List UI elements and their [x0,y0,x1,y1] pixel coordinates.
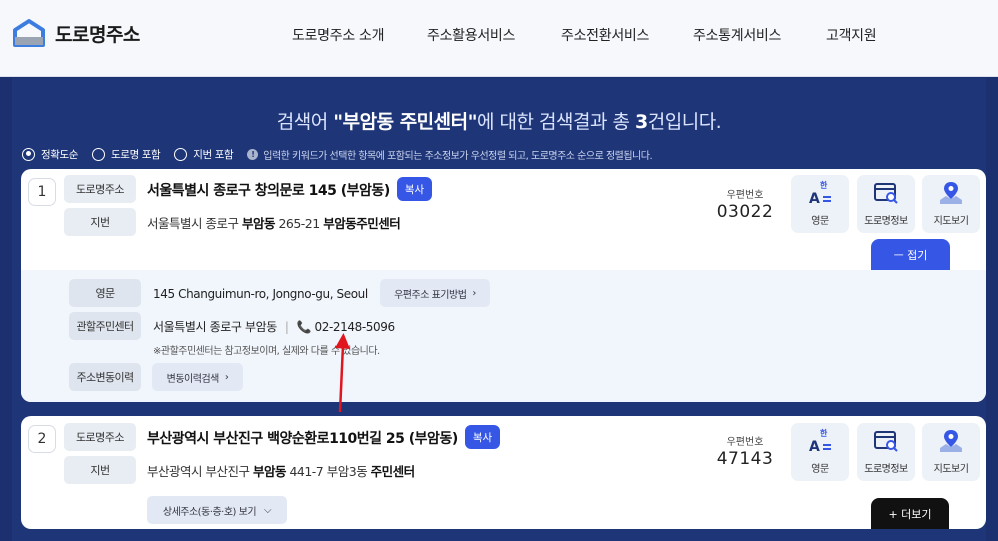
jibun-address: 부산광역시 부산진구 부암동 441-7 부암3동 주민센터 [147,464,415,479]
zip-code: 47143 [716,449,774,469]
road-info-button[interactable]: 도로명정보 [857,423,915,481]
map-pin-icon [940,430,962,452]
expand-button[interactable]: + 더보기 [871,498,949,529]
svg-text:A: A [809,439,820,454]
road-address: 부산광역시 부산진구 백양순환로110번길 25 (부암동) [147,431,458,447]
road-info-button[interactable]: 도로명정보 [857,175,915,233]
community-center: 서울특별시 종로구 부암동 | 📞 02-2148-5096 [153,320,396,334]
road-info-icon [874,431,898,452]
road-address: 서울특별시 종로구 창의문로 145 (부암동) [147,183,390,199]
map-view-button[interactable]: 지도보기 [922,423,980,481]
sort-options: 정확도순 도로명 포함 지번 포함 ! 입력한 키워드가 선택한 항목에 포함되는… [22,146,653,162]
road-address-tag: 도로명주소 [64,423,136,451]
result-detail: 영문 145 Changuimun-ro, Jongno-gu, Seoul 우… [21,270,986,402]
english-address-button[interactable]: 한 A 영문 [791,175,849,233]
svg-text:A: A [809,191,820,206]
jibun-tag: 지번 [64,456,136,484]
nav-item-utilization[interactable]: 주소활용서비스 [427,25,515,45]
sort-accuracy-radio[interactable]: 정확도순 [22,147,78,162]
chevron-right-icon: › [472,287,476,299]
map-view-button[interactable]: 지도보기 [922,175,980,233]
site-header: 도로명주소 도로명주소 소개 주소활용서비스 주소전환서비스 주소통계서비스 고… [0,0,998,77]
zip-label: 우편번호 [726,190,764,201]
logo-text: 도로명주소 [55,23,140,46]
chevron-down-icon: ⌵ [264,504,272,516]
svg-text:한: 한 [820,180,828,190]
zip-code: 03022 [716,202,774,222]
english-address-button[interactable]: 한 A 영문 [791,423,849,481]
map-pin-icon [940,182,962,204]
jibun-address: 서울특별시 종로구 부암동 265-21 부암동주민센터 [147,216,401,231]
road-info-icon [874,183,898,204]
history-tag: 주소변동이력 [69,363,141,391]
result-card-2: 2 도로명주소 부산광역시 부산진구 백양순환로110번길 25 (부암동) 복… [21,416,986,529]
nav-item-support[interactable]: 고객지원 [826,25,877,45]
center-note: ※관할주민센터는 참고정보이며, 실제와 다를 수 있습니다. [153,346,380,357]
detail-address-link[interactable]: 상세주소(동·층·호) 보기 ⌵ [147,496,287,524]
center-tag: 관할주민센터 [69,312,141,340]
jibun-tag: 지번 [64,208,136,236]
english-translate-icon: 한 A [809,428,831,454]
sort-jibun-radio[interactable]: 지번 포함 [174,147,234,162]
copy-button[interactable]: 복사 [465,425,500,449]
road-address-tag: 도로명주소 [64,175,136,203]
radio-icon [174,147,188,161]
nav-item-about[interactable]: 도로명주소 소개 [292,25,385,45]
english-translate-icon: 한 A [809,180,831,206]
result-card-1: 1 도로명주소 서울특별시 종로구 창의문로 145 (부암동) 복사 지번 서… [21,169,986,402]
info-icon: ! [247,148,259,160]
chevron-right-icon: › [224,371,229,383]
nav-item-statistics[interactable]: 주소통계서비스 [693,25,781,45]
english-tag: 영문 [69,279,141,307]
radio-selected-icon [22,147,35,161]
english-address: 145 Changuimun-ro, Jongno-gu, Seoul [153,287,368,301]
postal-format-link[interactable]: 우편주소 표기방법 › [380,279,490,307]
svg-text:한: 한 [820,428,828,438]
collapse-button[interactable]: ㅡ 접기 [871,239,950,271]
sort-road-radio[interactable]: 도로명 포함 [92,147,161,162]
radio-icon [92,147,106,161]
house-logo-icon [12,18,46,48]
result-number: 1 [28,178,56,206]
site-logo[interactable]: 도로명주소 [12,18,140,48]
divider: | [284,320,289,334]
nav-item-conversion[interactable]: 주소전환서비스 [561,25,649,45]
center-phone: 02-2148-5096 [314,320,396,334]
zip-label: 우편번호 [726,437,764,448]
history-search-link[interactable]: 변동이력검색 › [152,363,243,391]
sort-info-note: ! 입력한 키워드가 선택한 항목에 포함되는 주소정보가 우선정렬 되고, 도로… [247,147,653,162]
copy-button[interactable]: 복사 [397,177,432,201]
phone-icon: 📞 [296,320,312,334]
result-number: 2 [28,425,56,453]
search-result-summary: 검색어 "부암동 주민센터"에 대한 검색결과 총 3건입니다. [276,111,722,133]
